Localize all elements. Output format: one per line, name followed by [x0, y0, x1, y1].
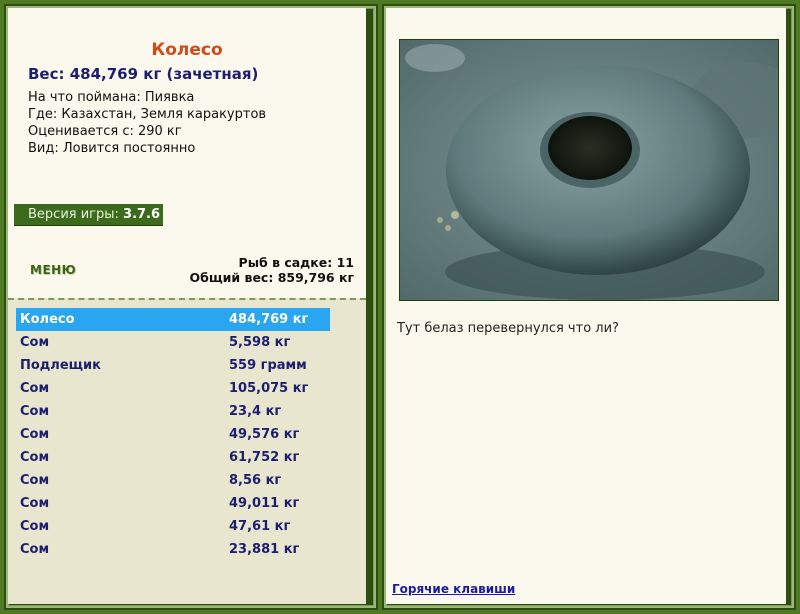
- version-number: 3.7.6: [123, 207, 161, 222]
- catch-row[interactable]: Колесо 484,769 кг: [16, 308, 330, 331]
- catch-fish-weight: 5,598 кг: [229, 335, 291, 350]
- version-bar: Версия игры: 3.7.6: [14, 204, 163, 226]
- catch-fish-weight: 559 грамм: [229, 358, 307, 373]
- catch-fish-weight: 23,4 кг: [229, 404, 282, 419]
- catch-fish-weight: 8,56 кг: [229, 473, 282, 488]
- catch-row[interactable]: Сом 8,56 кг: [16, 469, 330, 492]
- fish-location: Где: Казахстан, Земля каракуртов: [28, 107, 267, 122]
- catch-row[interactable]: Сом 49,011 кг: [16, 492, 330, 515]
- catch-row[interactable]: Сом 23,881 кг: [16, 538, 330, 561]
- catch-fish-name: Сом: [20, 381, 50, 396]
- fish-photo-image: [400, 40, 778, 300]
- catch-fish-weight: 23,881 кг: [229, 542, 300, 557]
- fish-bait: На что поймана: Пиявка: [28, 90, 195, 105]
- catch-fish-name: Сом: [20, 473, 50, 488]
- catch-row[interactable]: Сом 61,752 кг: [16, 446, 330, 469]
- catch-fish-weight: 61,752 кг: [229, 450, 300, 465]
- catch-row[interactable]: Сом 105,075 кг: [16, 377, 330, 400]
- catch-row[interactable]: Подлещик 559 грамм: [16, 354, 330, 377]
- fish-kind: Вид: Ловится постоянно: [28, 141, 196, 156]
- catch-fish-weight: 47,61 кг: [229, 519, 291, 534]
- catch-row[interactable]: Сом 5,598 кг: [16, 331, 330, 354]
- fish-name: Колесо: [151, 40, 223, 60]
- catch-fish-name: Сом: [20, 404, 50, 419]
- catch-fish-weight: 49,576 кг: [229, 427, 300, 442]
- catch-fish-name: Сом: [20, 519, 50, 534]
- fish-value: Оценивается с: 290 кг: [28, 124, 182, 139]
- catch-fish-weight: 484,769 кг: [229, 312, 309, 327]
- fish-details: На что поймана: Пиявка Где: Казахстан, З…: [28, 89, 266, 157]
- catch-fish-name: Сом: [20, 335, 50, 350]
- catch-fish-name: Сом: [20, 496, 50, 511]
- cage-total-weight: Общий вес: 859,796 кг: [189, 270, 355, 285]
- cage-stats: Рыб в садке: 11 Общий вес: 859,796 кг: [190, 255, 355, 285]
- menu-button[interactable]: МЕНЮ: [30, 263, 76, 277]
- photo-caption: Тут белаз перевернулся что ли?: [397, 321, 619, 336]
- catch-row[interactable]: Сом 47,61 кг: [16, 515, 330, 538]
- catch-fish-weight: 49,011 кг: [229, 496, 300, 511]
- version-label: Версия игры:: [28, 207, 124, 222]
- catch-list-panel: Колесо 484,769 кг Сом 5,598 кг Подлещик 559 г…: [8, 298, 366, 604]
- catch-fish-name: Сом: [20, 542, 50, 557]
- catch-list: Колесо 484,769 кг Сом 5,598 кг Подлещик 559 г…: [16, 308, 330, 561]
- catch-fish-weight: 105,075 кг: [229, 381, 309, 396]
- cage-count: Рыб в садке: 11: [238, 255, 354, 270]
- catch-fish-name: Сом: [20, 427, 50, 442]
- catch-fish-name: Колесо: [20, 312, 75, 327]
- catch-row[interactable]: Сом 23,4 кг: [16, 400, 330, 423]
- hotkeys-link[interactable]: Горячие клавиши: [392, 582, 515, 596]
- fish-photo: [399, 39, 779, 301]
- fish-info-panel: Колесо Вес: 484,769 кг (зачетная) На что…: [8, 8, 366, 298]
- photo-panel: Тут белаз перевернулся что ли? Горячие к…: [386, 8, 786, 604]
- catch-row[interactable]: Сом 49,576 кг: [16, 423, 330, 446]
- catch-fish-name: Подлещик: [20, 358, 101, 373]
- fish-weight: Вес: 484,769 кг (зачетная): [28, 65, 259, 83]
- catch-fish-name: Сом: [20, 450, 50, 465]
